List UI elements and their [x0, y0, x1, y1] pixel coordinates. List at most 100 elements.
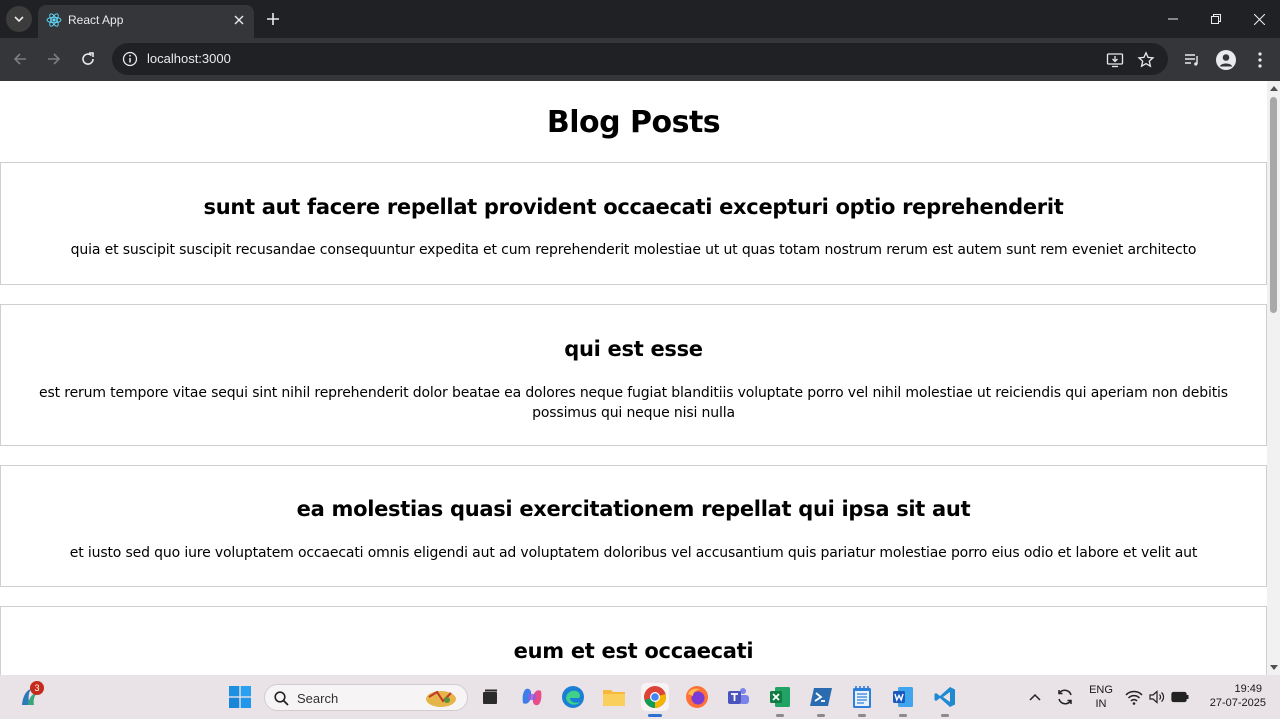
widgets-button[interactable]: 3 — [16, 681, 44, 711]
region-code: IN — [1095, 698, 1107, 710]
vscode-button[interactable] — [931, 683, 959, 717]
bookmark-star-icon[interactable] — [1137, 51, 1155, 69]
restore-button[interactable] — [1194, 0, 1238, 38]
windows-taskbar: 3 Search ENG IN 19:49 27-07-2025 — [0, 675, 1280, 719]
back-button[interactable] — [9, 48, 31, 70]
search-highlight-icon — [426, 690, 456, 707]
playlist-icon — [1185, 54, 1198, 66]
notepad-button[interactable] — [848, 683, 876, 717]
address-bar[interactable]: localhost:3000 — [112, 43, 1168, 75]
running-indicator — [858, 714, 866, 717]
running-indicator — [776, 714, 784, 717]
reload-icon — [82, 52, 94, 65]
post-body: et iusto sed quo iure voluptatem occaeca… — [69, 545, 1198, 561]
media-controls-button[interactable] — [1182, 50, 1202, 70]
language-indicator[interactable]: ENG IN — [1086, 684, 1116, 710]
show-hidden-icons-button[interactable] — [1021, 683, 1049, 711]
powershell-button[interactable] — [807, 683, 835, 717]
tab-react-app[interactable]: React App — [38, 5, 254, 38]
powershell-icon — [810, 688, 832, 706]
page-title: Blog Posts — [546, 105, 721, 140]
new-tab-button[interactable] — [262, 8, 284, 30]
clock-time: 19:49 — [1234, 683, 1262, 695]
chevron-down-icon — [14, 16, 24, 23]
firefox-button[interactable] — [683, 683, 711, 711]
start-button[interactable] — [226, 683, 254, 711]
scroll-down-arrow-icon[interactable] — [1270, 665, 1278, 670]
file-explorer-icon — [603, 690, 625, 706]
running-indicator — [817, 714, 825, 717]
chevron-up-icon — [1029, 693, 1041, 701]
teams-icon — [728, 688, 749, 704]
profile-button[interactable] — [1216, 50, 1236, 70]
scrollbar-thumb[interactable] — [1270, 97, 1277, 313]
url-text[interactable]: localhost:3000 — [147, 51, 231, 66]
post-card: eum et est occaecati — [0, 606, 1267, 675]
browser-toolbar: localhost:3000 — [0, 38, 1280, 81]
tab-search-button[interactable] — [6, 6, 32, 32]
file-explorer-button[interactable] — [600, 683, 628, 711]
post-title: sunt aut facere repellat provident occae… — [203, 195, 1064, 219]
post-card: qui est esse est rerum tempore vitae seq… — [0, 304, 1267, 446]
widgets-badge: 3 — [30, 681, 44, 695]
task-view-icon — [483, 689, 497, 704]
quick-settings-button[interactable] — [1122, 683, 1192, 711]
close-tab-button[interactable] — [230, 11, 248, 29]
edge-icon — [562, 686, 584, 708]
post-card: ea molestias quasi exercitationem repell… — [0, 465, 1267, 587]
chrome-icon — [644, 686, 666, 708]
edge-button[interactable] — [559, 683, 587, 711]
wifi-icon — [1125, 690, 1143, 705]
scroll-up-arrow-icon[interactable] — [1270, 86, 1278, 91]
info-icon[interactable] — [122, 51, 138, 67]
task-view-button[interactable] — [476, 683, 504, 711]
running-indicator — [941, 714, 949, 717]
react-logo-icon — [46, 13, 62, 27]
menu-button[interactable] — [1250, 50, 1270, 70]
forward-button[interactable] — [43, 48, 65, 70]
reload-button[interactable] — [77, 48, 99, 70]
windows-logo-icon — [229, 686, 251, 708]
taskbar-search-label: Search — [297, 691, 339, 706]
chrome-button[interactable] — [641, 683, 669, 717]
close-icon — [1253, 13, 1265, 25]
copilot-icon — [522, 688, 542, 706]
volume-icon — [1149, 690, 1165, 704]
post-title: ea molestias quasi exercitationem repell… — [296, 497, 971, 521]
copilot-button[interactable] — [518, 683, 546, 711]
arrow-left-icon — [13, 53, 26, 65]
avatar-icon — [1216, 50, 1236, 70]
language-code: ENG — [1089, 684, 1113, 696]
post-title: qui est esse — [564, 337, 703, 361]
notepad-icon — [853, 686, 871, 708]
restore-icon — [1211, 14, 1221, 24]
arrow-right-icon — [48, 53, 61, 65]
minimize-button[interactable] — [1151, 0, 1195, 38]
word-button[interactable] — [889, 683, 917, 717]
clock[interactable]: 19:49 27-07-2025 — [1196, 683, 1270, 709]
excel-icon — [770, 687, 790, 707]
close-window-button[interactable] — [1237, 0, 1280, 38]
taskbar-search-box[interactable]: Search — [264, 684, 468, 711]
excel-button[interactable] — [766, 683, 794, 717]
tab-strip: React App — [0, 0, 1280, 38]
running-indicator — [899, 714, 907, 717]
post-body: est rerum tempore vitae sequi sint nihil… — [39, 385, 1228, 421]
install-app-icon[interactable] — [1106, 51, 1124, 69]
teams-button[interactable] — [724, 683, 752, 711]
firefox-icon — [686, 686, 708, 708]
clock-date: 27-07-2025 — [1209, 697, 1266, 709]
active-indicator — [648, 714, 662, 717]
post-title: eum et est occaecati — [513, 639, 754, 663]
page-scrollbar[interactable] — [1267, 81, 1280, 675]
word-icon — [893, 687, 913, 707]
search-icon — [274, 691, 289, 706]
minimize-icon — [1168, 18, 1178, 20]
tab-title: React App — [68, 13, 124, 27]
battery-icon — [1171, 691, 1189, 703]
post-card: sunt aut facere repellat provident occae… — [0, 162, 1267, 285]
close-icon — [234, 15, 244, 25]
plus-icon — [267, 13, 279, 25]
sync-tray-button[interactable] — [1051, 683, 1079, 711]
vscode-icon — [934, 687, 955, 707]
